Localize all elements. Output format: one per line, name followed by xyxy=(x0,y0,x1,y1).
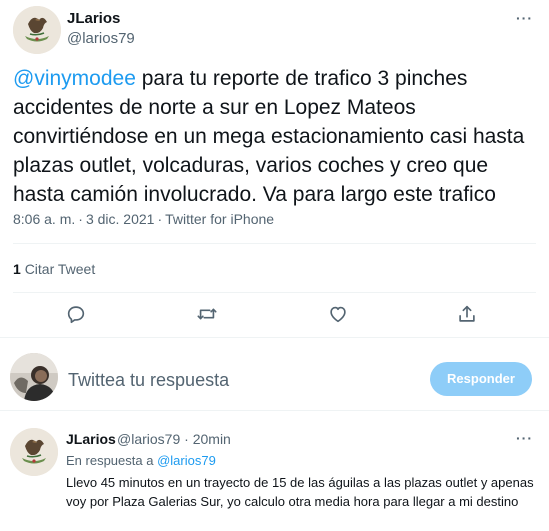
tweet-meta: 8:06 a. m. · 3 dic. 2021 · Twitter for iPhon… xyxy=(13,211,274,227)
tweet-source[interactable]: Twitter for iPhone xyxy=(165,211,274,227)
divider xyxy=(0,337,549,338)
meta-separator: · xyxy=(184,431,189,447)
retweet-icon[interactable] xyxy=(196,303,220,327)
quote-count: 1 xyxy=(13,261,21,277)
user-avatar[interactable] xyxy=(10,353,58,401)
tweet-thread: JLarios @larios79 ··· @vinymodee para tu… xyxy=(0,0,549,531)
reply-icon[interactable] xyxy=(65,303,89,327)
replying-label: En respuesta a xyxy=(66,453,154,468)
divider xyxy=(13,243,536,244)
reply-author-handle[interactable]: @larios79 xyxy=(117,431,180,447)
author-avatar[interactable] xyxy=(13,6,61,54)
reply-button[interactable]: Responder xyxy=(430,362,532,396)
user-photo-icon xyxy=(10,353,58,401)
eagle-emblem-icon xyxy=(10,428,58,476)
divider xyxy=(13,292,536,293)
meta-separator: · xyxy=(157,211,163,227)
reply-author-meta: @larios79 · 20min xyxy=(117,431,231,447)
reply-time[interactable]: 20min xyxy=(193,431,231,447)
tweet-time[interactable]: 8:06 a. m. xyxy=(13,211,75,227)
reply-author-name[interactable]: JLarios xyxy=(66,431,116,447)
share-icon[interactable] xyxy=(456,303,480,327)
reply-input[interactable]: Twittea tu respuesta xyxy=(68,370,229,391)
replying-to: En respuesta a @larios79 xyxy=(66,453,216,468)
quote-tweets-stat[interactable]: 1 Citar Tweet xyxy=(13,261,95,277)
more-options-icon[interactable]: ··· xyxy=(516,10,533,26)
divider xyxy=(0,410,549,411)
author-handle[interactable]: @larios79 xyxy=(67,30,135,47)
author-name[interactable]: JLarios xyxy=(67,10,120,27)
reply-text: Llevo 45 minutos en un trayecto de 15 de… xyxy=(66,475,534,509)
reply-author-avatar[interactable] xyxy=(10,428,58,476)
more-options-icon[interactable]: ··· xyxy=(516,430,533,446)
like-icon[interactable] xyxy=(327,303,351,327)
mention-link[interactable]: @vinymodee xyxy=(13,67,136,90)
replying-to-link[interactable]: @larios79 xyxy=(157,453,216,468)
tweet-text: @vinymodee para tu reporte de trafico 3 … xyxy=(13,64,538,209)
quote-label: Citar Tweet xyxy=(24,261,96,277)
compose-reply: Twittea tu respuesta Responder xyxy=(0,345,549,409)
meta-separator: · xyxy=(78,211,83,227)
tweet-actions xyxy=(0,303,549,331)
tweet-date[interactable]: 3 dic. 2021 xyxy=(86,211,155,227)
eagle-emblem-icon xyxy=(13,6,61,54)
reply-tweet[interactable]: JLarios @larios79 · 20min ··· En respues… xyxy=(0,418,549,531)
